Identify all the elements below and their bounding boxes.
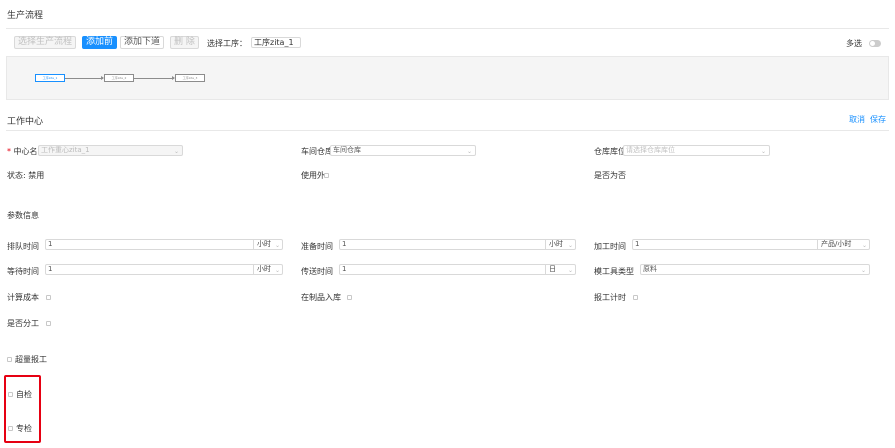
highlight-box bbox=[4, 375, 41, 443]
chevron-down-icon: ⌄ bbox=[860, 267, 866, 274]
cancel-link[interactable]: 取消 bbox=[849, 114, 865, 125]
tool-type-label: 模工具类型 bbox=[594, 267, 634, 276]
chevron-down-icon: ⌄ bbox=[274, 242, 280, 249]
tool-type-select[interactable]: 原料 ⌄ bbox=[640, 264, 870, 275]
flow-arrow bbox=[65, 76, 104, 80]
prep-time-label: 准备时间 bbox=[301, 242, 333, 251]
status-value: 禁用 bbox=[28, 171, 45, 180]
delete-button[interactable]: 删 除 bbox=[170, 36, 199, 49]
transfer-time-unit[interactable]: 日 ⌄ bbox=[545, 264, 576, 275]
select-step-field[interactable]: 工序zita_1 bbox=[251, 37, 301, 48]
chevron-down-icon: ⌄ bbox=[567, 267, 573, 274]
save-link[interactable]: 保存 bbox=[870, 114, 886, 125]
chevron-down-icon: ⌄ bbox=[274, 267, 280, 274]
split-work-checkbox[interactable] bbox=[46, 321, 51, 326]
is-default-label: 是否为 bbox=[594, 171, 618, 180]
select-step-value: 工序zita_1 bbox=[254, 38, 294, 47]
report-timing-checkbox[interactable] bbox=[633, 295, 638, 300]
wip-storage-checkbox[interactable] bbox=[347, 295, 352, 300]
flow-diagram: 工序zita_1 工序zita_2 工序zita_3 bbox=[6, 56, 889, 100]
wait-time-input[interactable]: 1 bbox=[45, 264, 254, 275]
chevron-down-icon: ⌄ bbox=[567, 242, 573, 249]
work-center-title: 工作中心 bbox=[7, 117, 44, 127]
process-time-unit[interactable]: 产品/小时 ⌄ bbox=[817, 239, 870, 250]
outsource-checkbox[interactable] bbox=[324, 173, 329, 178]
tool-type-value: 原料 bbox=[643, 265, 657, 273]
queue-time-input[interactable]: 1 bbox=[45, 239, 254, 250]
workshop-label: 车间仓库 bbox=[301, 147, 333, 156]
wait-time-label: 等待时间 bbox=[7, 267, 39, 276]
chevron-down-icon: ⌄ bbox=[861, 242, 867, 249]
flow-node-2[interactable]: 工序zita_2 bbox=[104, 74, 134, 82]
add-next-button[interactable]: 添加下道 bbox=[120, 36, 165, 49]
process-time-input[interactable]: 1 bbox=[632, 239, 818, 250]
params-title: 参数信息 bbox=[7, 211, 39, 220]
flow-node-1[interactable]: 工序zita_1 bbox=[35, 74, 65, 82]
prep-time-unit-value: 小时 bbox=[549, 240, 563, 248]
warehouse-select[interactable]: 请选择仓库库位 ⌄ bbox=[623, 145, 770, 156]
calc-cost-checkbox[interactable] bbox=[46, 295, 51, 300]
chevron-down-icon: ⌄ bbox=[466, 148, 472, 155]
is-default-value: 否 bbox=[618, 171, 626, 180]
prep-time-unit[interactable]: 小时 ⌄ bbox=[545, 239, 576, 250]
process-time-unit-value: 产品/小时 bbox=[821, 240, 852, 248]
required-mark: * bbox=[7, 147, 11, 156]
flow-node-3[interactable]: 工序zita_3 bbox=[175, 74, 205, 82]
center-name-label-text: 中心名 bbox=[13, 147, 38, 156]
transfer-time-label: 传送时间 bbox=[301, 267, 333, 276]
wait-time-unit[interactable]: 小时 ⌄ bbox=[253, 264, 283, 275]
split-work-label: 是否分工 bbox=[7, 319, 39, 328]
transfer-time-input[interactable]: 1 bbox=[339, 264, 546, 275]
over-report-label: 超量报工 bbox=[15, 355, 47, 364]
warehouse-placeholder: 请选择仓库库位 bbox=[626, 146, 675, 154]
flow-arrow bbox=[134, 76, 175, 80]
center-name-select[interactable]: 工作重心zita_1 ⌄ bbox=[38, 145, 183, 156]
status-label: 状态: bbox=[7, 171, 26, 180]
queue-time-unit[interactable]: 小时 ⌄ bbox=[253, 239, 283, 250]
process-section-title: 生产流程 bbox=[7, 11, 44, 21]
select-step-label: 选择工序： bbox=[207, 39, 247, 48]
transfer-time-unit-value: 日 bbox=[549, 265, 556, 273]
status-row: 状态: 禁用 bbox=[7, 170, 44, 181]
wip-storage-label: 在制品入库 bbox=[301, 293, 341, 302]
wait-time-unit-value: 小时 bbox=[257, 265, 271, 273]
center-name-value: 工作重心zita_1 bbox=[41, 146, 90, 154]
divider bbox=[6, 130, 889, 131]
chevron-down-icon: ⌄ bbox=[760, 148, 766, 155]
prep-time-input[interactable]: 1 bbox=[339, 239, 546, 250]
calc-cost-label: 计算成本 bbox=[7, 293, 39, 302]
select-flow-button[interactable]: 选择生产流程 bbox=[14, 36, 77, 49]
outsource-label: 使用外 bbox=[301, 171, 325, 180]
warehouse-label: 仓库库位 bbox=[594, 147, 626, 156]
workshop-select[interactable]: 车间仓库 ⌄ bbox=[330, 145, 476, 156]
queue-time-unit-value: 小时 bbox=[257, 240, 271, 248]
center-name-label: * 中心名 bbox=[7, 146, 38, 157]
divider bbox=[6, 28, 889, 29]
workshop-value: 车间仓库 bbox=[333, 146, 361, 154]
process-time-label: 加工时间 bbox=[594, 242, 626, 251]
multi-select-label: 多选 bbox=[846, 39, 862, 48]
queue-time-label: 排队时间 bbox=[7, 242, 39, 251]
report-timing-label: 报工计时 bbox=[594, 293, 626, 302]
chevron-down-icon: ⌄ bbox=[173, 148, 179, 155]
is-default-row: 是否为否 bbox=[594, 170, 626, 181]
over-report-checkbox[interactable] bbox=[7, 357, 12, 362]
multi-select-toggle[interactable] bbox=[869, 40, 881, 47]
add-prev-button[interactable]: 添加前 bbox=[82, 36, 118, 49]
